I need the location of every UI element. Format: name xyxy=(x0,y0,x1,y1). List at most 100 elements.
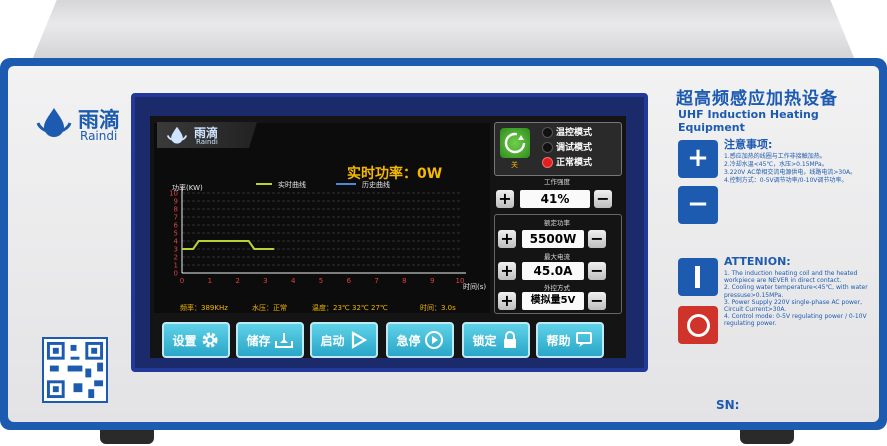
y-tick-label: 6 xyxy=(174,222,179,230)
y-tick-label: 7 xyxy=(174,214,178,222)
attention-line: 1. The induction heating coil and the he… xyxy=(724,270,858,285)
series-point xyxy=(197,240,200,242)
qr-code-icon xyxy=(42,337,108,403)
lock-button-label: 锁定 xyxy=(472,333,497,348)
mode-indicator-normal xyxy=(542,157,553,168)
lock-icon xyxy=(503,331,516,348)
series-point xyxy=(247,240,250,242)
power-off-icon xyxy=(687,314,710,337)
power-off-switch[interactable] xyxy=(678,306,718,344)
y-tick-label: 3 xyxy=(174,246,178,254)
legend-label-history: 历史曲线 xyxy=(362,181,390,189)
work-strength-value: 41% xyxy=(520,190,590,208)
work-strength-title: 工作强度 xyxy=(544,178,570,186)
legend-swatch-history xyxy=(336,183,356,185)
attention-list: 1. The induction heating coil and the he… xyxy=(724,270,872,328)
device-title-en: UHF Induction Heating Equipment xyxy=(678,108,819,134)
status-frequency: 频率：389KHz xyxy=(180,304,228,312)
max-current-value: 45.0A xyxy=(522,262,584,280)
note-line: 2.冷却水温<45℃，水压>0.15MPa。 xyxy=(724,161,828,168)
power-line-chart: 0123456789100 1 2 3 4 5 6 7 8 9 10 xyxy=(169,187,466,285)
y-tick-label: 5 xyxy=(174,230,178,238)
y-tick-label: 0 xyxy=(174,270,178,278)
rated-power-value: 5500W xyxy=(522,230,584,248)
y-tick-label: 8 xyxy=(174,206,178,214)
series-line-0 xyxy=(182,240,274,250)
power-on-switch[interactable] xyxy=(678,258,718,296)
series-point xyxy=(181,248,183,250)
emergency-stop-button-label: 急停 xyxy=(396,333,421,348)
hardware-minus-button[interactable]: − xyxy=(678,186,718,224)
mode-label-normal[interactable]: 正常模式 xyxy=(556,155,592,168)
device-foot-right xyxy=(740,428,794,444)
device-top-cover xyxy=(32,0,855,60)
lock-button[interactable]: 锁定 xyxy=(462,322,530,358)
x-tick-label: 3 xyxy=(263,277,267,285)
status-water-pressure: 水压：正常 xyxy=(252,304,287,312)
attention-title: ATTENION: xyxy=(724,255,791,268)
notes-title: 注意事项: xyxy=(724,138,773,151)
status-time: 时间：3.0s xyxy=(420,304,456,312)
help-button-label: 帮助 xyxy=(546,333,571,348)
mode-indicator-temp xyxy=(542,127,553,138)
series-point xyxy=(253,248,256,250)
save-button-label: 储存 xyxy=(246,333,271,348)
legend-swatch-realtime xyxy=(256,183,272,185)
stop-play-icon xyxy=(424,331,443,349)
x-tick-label: 6 xyxy=(347,277,352,285)
x-tick-label: 5 xyxy=(319,277,323,285)
external-control-plus-button[interactable]: + xyxy=(498,292,516,310)
play-icon xyxy=(351,331,367,349)
x-tick-label: 1 xyxy=(208,277,212,285)
serial-number-label: SN: xyxy=(716,398,740,412)
rated-power-title: 额定功率 xyxy=(544,219,570,227)
attention-line: 2. Cooling water temperature<45℃, with w… xyxy=(724,284,868,299)
mode-label-temp[interactable]: 温控模式 xyxy=(556,125,592,138)
x-tick-label: 2 xyxy=(235,277,239,285)
x-tick-label: 0 xyxy=(180,277,184,285)
max-current-title: 最大电流 xyxy=(544,253,570,261)
refresh-icon xyxy=(504,132,526,154)
series-point xyxy=(272,248,275,250)
external-control-value: 模拟量5V xyxy=(522,292,584,310)
series-point xyxy=(192,248,194,250)
power-toggle-label: 关 xyxy=(511,161,518,169)
work-strength-minus-button[interactable]: − xyxy=(594,190,612,208)
y-tick-label: 4 xyxy=(174,238,179,246)
note-line: 3.220V AC单相交流电源供电，线路电流>30A。 xyxy=(724,169,857,176)
x-tick-label: 8 xyxy=(402,277,406,285)
x-tick-label: 4 xyxy=(291,277,296,285)
status-temperature: 温度：23℃ 32℃ 27℃ xyxy=(312,304,388,312)
brand-name-en: Raindi xyxy=(80,129,118,143)
power-on-icon xyxy=(695,266,700,288)
external-control-minus-button[interactable]: − xyxy=(588,292,606,310)
max-current-plus-button[interactable]: + xyxy=(498,262,516,280)
gear-icon xyxy=(202,332,217,348)
settings-button[interactable]: 设置 xyxy=(162,322,230,358)
device-foot-left xyxy=(100,428,154,444)
work-strength-plus-button[interactable]: + xyxy=(496,190,514,208)
note-line: 1.感应加热的线圈与工作非接触加热。 xyxy=(724,153,826,160)
raindi-logo-icon xyxy=(36,108,72,137)
y-tick-label: 1 xyxy=(174,262,178,270)
attention-line: 4. Control mode: 0-5V regulating power /… xyxy=(724,313,867,328)
help-chat-icon xyxy=(575,332,592,347)
power-toggle-button[interactable] xyxy=(500,128,530,158)
emergency-stop-button[interactable]: 急停 xyxy=(386,322,454,358)
x-tick-label: 10 xyxy=(456,277,465,285)
rated-power-minus-button[interactable]: − xyxy=(588,230,606,248)
hardware-plus-button[interactable]: + xyxy=(678,140,718,178)
start-button-label: 启动 xyxy=(320,333,345,348)
save-button[interactable]: 储存 xyxy=(236,322,304,358)
help-button[interactable]: 帮助 xyxy=(536,322,604,358)
settings-button-label: 设置 xyxy=(172,333,197,348)
save-tray-icon xyxy=(274,333,293,348)
legend-label-realtime: 实时曲线 xyxy=(278,181,306,189)
max-current-minus-button[interactable]: − xyxy=(588,262,606,280)
attention-line: 3. Power Supply 220V single-phase AC pow… xyxy=(724,298,862,314)
mode-label-debug[interactable]: 调试模式 xyxy=(556,140,592,153)
rated-power-plus-button[interactable]: + xyxy=(498,230,516,248)
start-button[interactable]: 启动 xyxy=(310,322,378,358)
y-tick-label: 9 xyxy=(174,198,178,206)
y-tick-label: 2 xyxy=(174,254,178,262)
